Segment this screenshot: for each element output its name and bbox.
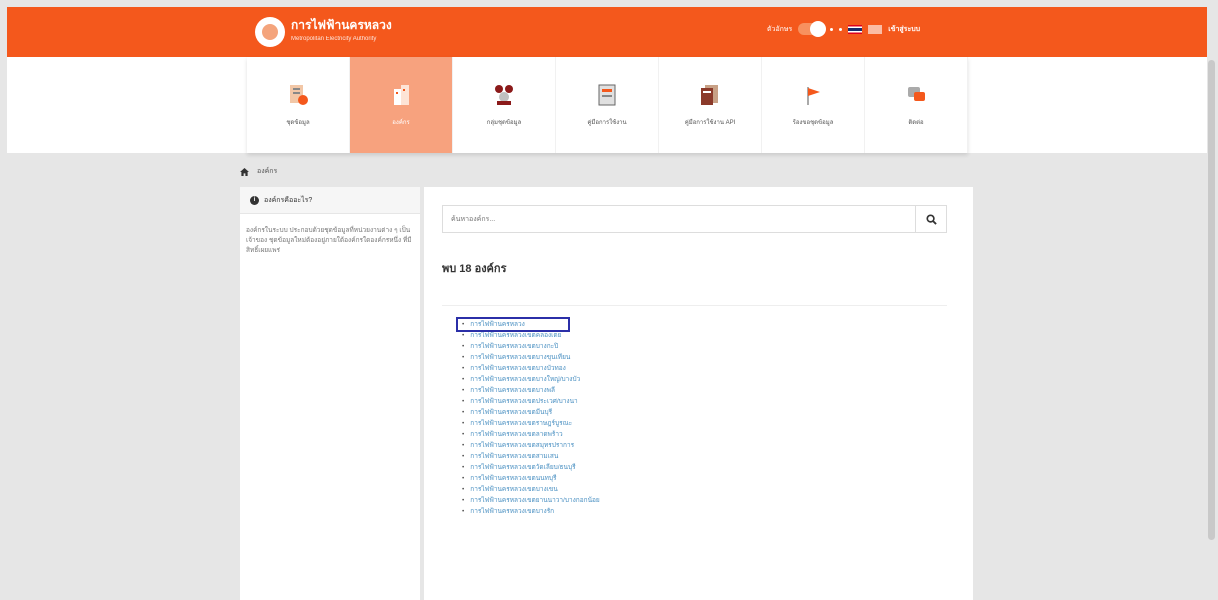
dataset-icon xyxy=(290,85,308,105)
groups-icon xyxy=(495,85,513,105)
nav-item-label: คู่มือการใช้งาน xyxy=(587,120,627,126)
organization-link[interactable]: การไฟฟ้านครหลวงเขตบางรัก xyxy=(462,506,600,517)
organization-list: การไฟฟ้านครหลวงการไฟฟ้านครหลวงเขตคลองเตย… xyxy=(462,319,600,517)
nav-item-2[interactable]: องค์กร xyxy=(350,57,453,153)
logo-title: การไฟฟ้านครหลวง xyxy=(291,18,392,32)
building-icon xyxy=(394,85,409,105)
organization-link[interactable]: การไฟฟ้านครหลวงเขตราษฎร์บูรณะ xyxy=(462,418,600,429)
search-button[interactable] xyxy=(915,206,946,232)
api-manual-icon xyxy=(701,85,718,105)
sidebar-header: i องค์กรคืออะไร? xyxy=(240,187,420,214)
nav-item-6[interactable]: ร้องขอชุดข้อมูล xyxy=(762,57,865,153)
english-flag-icon[interactable] xyxy=(868,24,883,34)
results-summary: พบ 18 องค์กร xyxy=(442,263,507,275)
page-scrollbar[interactable] xyxy=(1208,60,1215,540)
organization-link[interactable]: การไฟฟ้านครหลวงเขตบางพลี xyxy=(462,385,600,396)
organization-link[interactable]: การไฟฟ้านครหลวงเขตนนทบุรี xyxy=(462,473,600,484)
nav-item-label: ติดต่อ xyxy=(908,120,924,126)
sidebar-text: องค์กรในระบบ ประกอบด้วยชุดข้อมูลที่หน่วย… xyxy=(246,227,412,254)
breadcrumb-current[interactable]: องค์กร xyxy=(257,166,277,177)
organization-link[interactable]: การไฟฟ้านครหลวงเขตลาดพร้าว xyxy=(462,429,600,440)
top-header: การไฟฟ้านครหลวง Metropolitan Electricity… xyxy=(7,7,1207,57)
separator-dot-icon xyxy=(830,27,834,31)
nav-item-label: องค์กร xyxy=(392,120,410,126)
contact-icon xyxy=(908,87,925,101)
info-icon: i xyxy=(250,195,259,205)
font-size-toggle[interactable] xyxy=(798,21,827,37)
organization-link[interactable]: การไฟฟ้านครหลวงเขตสามเสน xyxy=(462,451,600,462)
login-link[interactable]: เข้าสู่ระบบ xyxy=(888,24,920,35)
nav-item-label: ชุดข้อมูล xyxy=(286,120,310,126)
organization-link[interactable]: การไฟฟ้านครหลวงเขตประเวศ/บางนา xyxy=(462,396,600,407)
info-sidebar: i องค์กรคืออะไร? องค์กรในระบบ ประกอบด้วย… xyxy=(240,187,420,600)
manual-icon xyxy=(598,84,616,106)
organization-link[interactable]: การไฟฟ้านครหลวงเขตบางใหญ่/บางบัว xyxy=(462,374,600,385)
organization-link[interactable]: การไฟฟ้านครหลวงเขตบางบัวทอง xyxy=(462,363,600,374)
organization-link[interactable]: การไฟฟ้านครหลวงเขตสมุทรปราการ xyxy=(462,440,600,451)
thai-flag-icon[interactable] xyxy=(848,24,863,34)
nav-item-label: กลุ่มชุดข้อมูล xyxy=(486,120,522,126)
search-bar xyxy=(442,205,947,233)
site-logo[interactable]: การไฟฟ้านครหลวง Metropolitan Electricity… xyxy=(255,17,392,47)
search-input[interactable] xyxy=(443,206,915,232)
organization-link[interactable]: การไฟฟ้านครหลวงเขตบางกะปิ xyxy=(462,341,600,352)
nav-item-label: ร้องขอชุดข้อมูล xyxy=(792,120,834,126)
separator-dot-icon xyxy=(839,27,843,31)
main-nav-band: ชุดข้อมูล องค์กร กลุ่มชุดข้อมูล คู่มือการใช… xyxy=(7,57,1207,153)
nav-item-3[interactable]: กลุ่มชุดข้อมูล xyxy=(453,57,556,153)
selection-highlight xyxy=(456,317,570,332)
nav-item-7[interactable]: ติดต่อ xyxy=(865,57,968,153)
organization-link[interactable]: การไฟฟ้านครหลวงเขตยานนาวา/บางกอกน้อย xyxy=(462,495,599,506)
sidebar-title: องค์กรคืออะไร? xyxy=(264,196,313,204)
header-actions: ตัวอักษร เข้าสู่ระบบ xyxy=(767,21,920,37)
nav-item-5[interactable]: คู่มือการใช้งาน API xyxy=(659,57,762,153)
organization-link[interactable]: การไฟฟ้านครหลวงเขตบางขุนเทียน xyxy=(462,352,600,363)
home-icon[interactable] xyxy=(240,167,249,176)
nav-item-label: คู่มือการใช้งาน API xyxy=(684,120,736,126)
organization-link[interactable]: การไฟฟ้านครหลวงเขตมีนบุรี xyxy=(462,407,600,418)
font-size-label: ตัวอักษร xyxy=(767,25,793,33)
main-nav: ชุดข้อมูล องค์กร กลุ่มชุดข้อมูล คู่มือการใช… xyxy=(247,57,968,153)
request-icon xyxy=(807,87,820,105)
organization-link[interactable]: การไฟฟ้านครหลวงเขตบางเขน xyxy=(462,484,600,495)
logo-emblem-icon xyxy=(255,17,285,47)
organization-link[interactable]: การไฟฟ้านครหลวงเขตวัดเลียบ/ธนบุรี xyxy=(462,462,600,473)
search-icon xyxy=(925,213,937,225)
main-content: พบ 18 องค์กร การไฟฟ้านครหลวงการไฟฟ้านครห… xyxy=(424,187,973,600)
logo-subtitle: Metropolitan Electricity Authority xyxy=(291,36,377,42)
breadcrumb: องค์กร xyxy=(240,166,277,177)
nav-item-4[interactable]: คู่มือการใช้งาน xyxy=(556,57,659,153)
divider xyxy=(442,305,947,306)
nav-item-1[interactable]: ชุดข้อมูล xyxy=(247,57,350,153)
